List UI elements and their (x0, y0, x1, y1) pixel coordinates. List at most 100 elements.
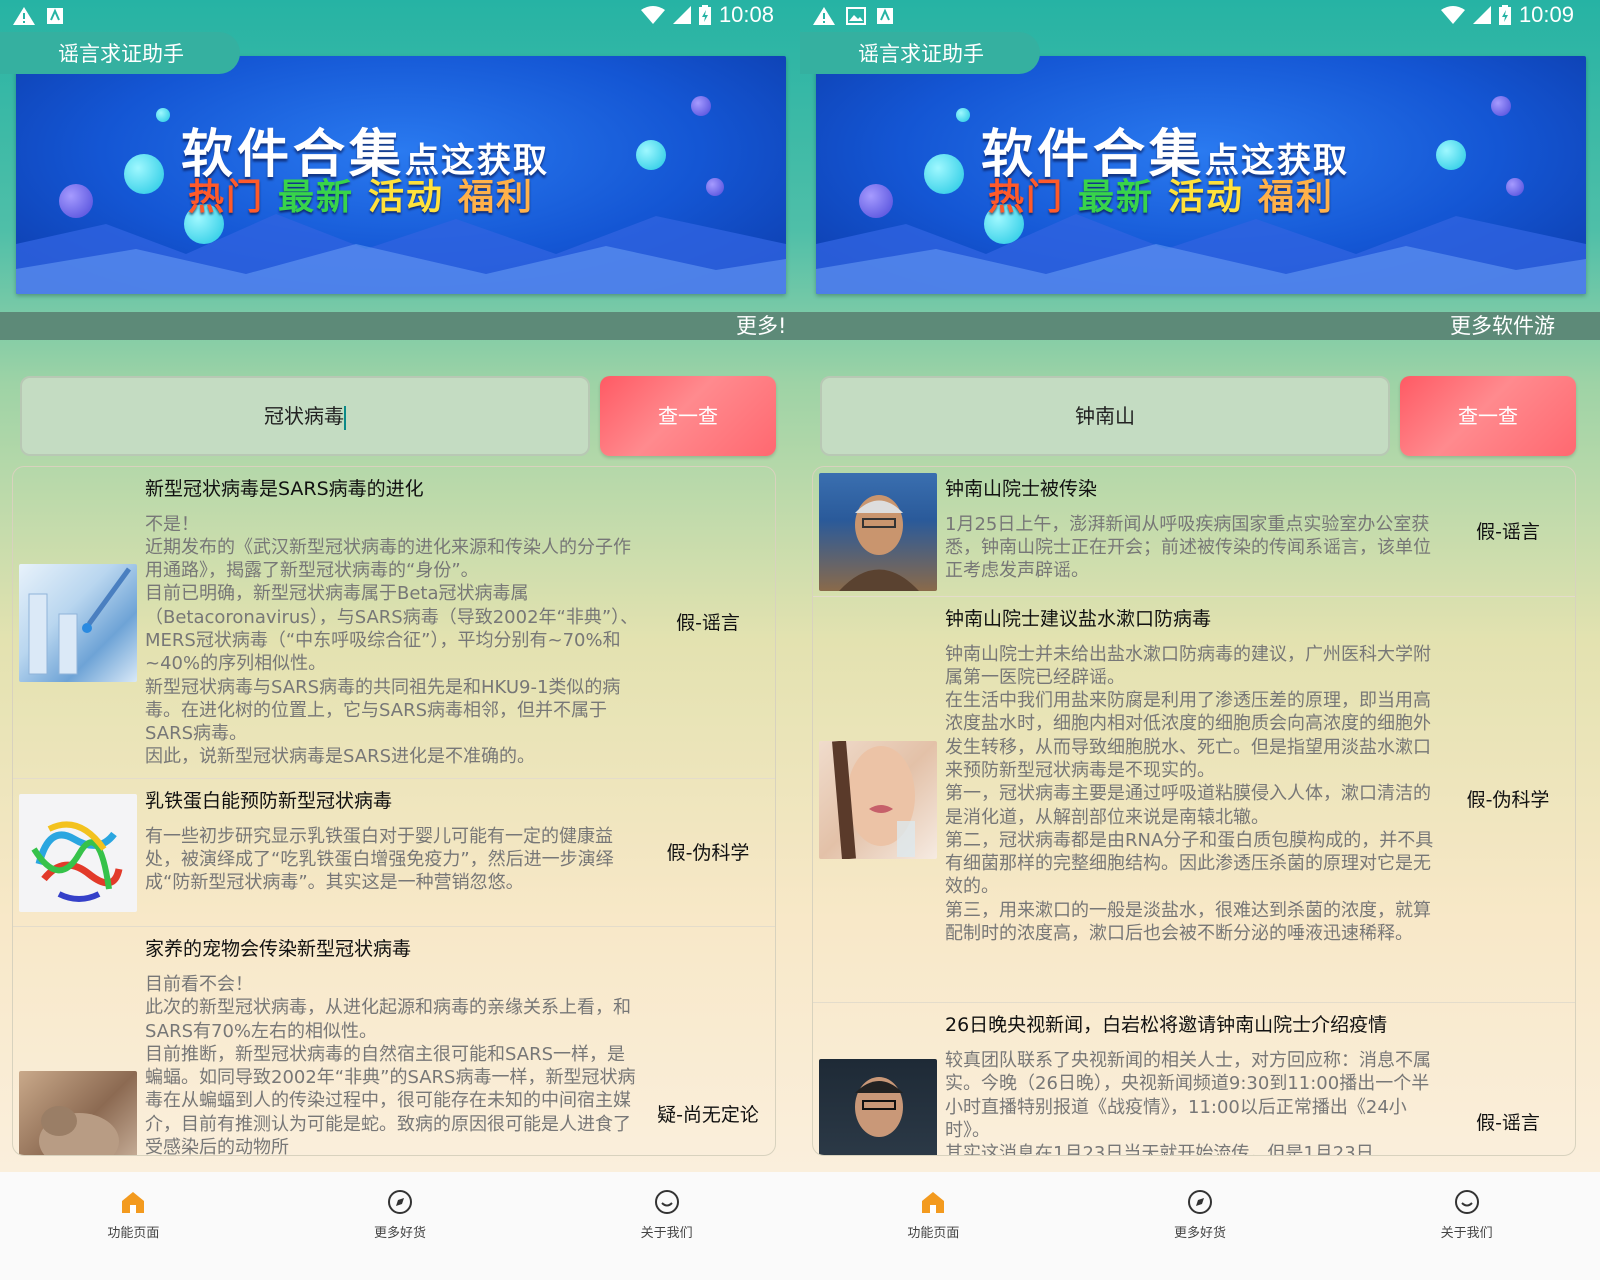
text-caret (344, 405, 346, 430)
result-title: 家养的宠物会传染新型冠状病毒 (145, 938, 412, 960)
status-time: 10:08 (718, 2, 774, 27)
marquee-label: 更多软件游 (1450, 314, 1555, 338)
lab-pipette-image (19, 563, 137, 682)
banner-tag: 最新 (278, 177, 355, 218)
bubble-decoration (124, 154, 164, 194)
banner-tag: 福利 (1258, 177, 1335, 218)
search-button[interactable]: 查一查 (1400, 376, 1576, 456)
search-input[interactable]: 冠状病毒 (20, 376, 590, 456)
bubble-decoration (1436, 140, 1466, 170)
promo-banner[interactable]: 软件合集点这获取 热门 最新 活动 福利 (16, 56, 786, 294)
bubble-decoration (924, 154, 964, 194)
bubble-decoration (691, 96, 711, 116)
verdict-label: 假-伪科学 (666, 841, 750, 864)
result-list[interactable]: 新型冠状病毒是SARS病毒的进化 不是！ 近期发布的《武汉新型冠状病毒的进化来源… (12, 466, 776, 1156)
banner-tag: 活动 (1168, 177, 1245, 218)
nav-item-function[interactable]: 功能页面 (0, 1172, 267, 1280)
list-item[interactable]: 乳铁蛋白能预防新型冠状病毒 有一些初步研究显示乳铁蛋白对于婴儿可能有一定的健康益… (13, 779, 775, 927)
search-button[interactable]: 查一查 (600, 376, 776, 456)
right-screen: 10:09 谣言求证助手 软件合集点这获取 热门 最新 活动 福利 更多软件游 钟南山… (800, 0, 1600, 1280)
marquee-text[interactable]: 更多! (0, 312, 800, 340)
nav-item-function[interactable]: 功能页面 (800, 1172, 1067, 1280)
result-title: 钟南山院士建议盐水漱口防病毒 (945, 607, 1212, 630)
compass-icon (1188, 1190, 1212, 1214)
smiley-icon (654, 1190, 679, 1214)
bubble-decoration (1491, 96, 1511, 116)
result-body: 目前看不会！ 此次的新型冠状病毒，从进化起源和病毒的亲缘关系上看，和SARS有7… (145, 974, 636, 1156)
nav-label: 更多好货 (1174, 1226, 1227, 1241)
search-value: 冠状病毒 (264, 404, 344, 428)
nav-label: 更多好货 (374, 1226, 427, 1241)
zhong-nanshan-photo (819, 472, 937, 591)
nav-item-more[interactable]: 更多好货 (267, 1172, 534, 1280)
verdict-label: 假-伪科学 (1466, 788, 1550, 811)
pet-cat-image (19, 1071, 137, 1155)
bubble-decoration (1506, 178, 1524, 196)
list-item[interactable]: 新型冠状病毒是SARS病毒的进化 不是！ 近期发布的《武汉新型冠状病毒的进化来源… (13, 467, 775, 779)
nav-item-more[interactable]: 更多好货 (1067, 1172, 1334, 1280)
bubble-decoration (636, 140, 666, 170)
wifi-icon (640, 6, 665, 24)
nav-label: 功能页面 (107, 1226, 160, 1241)
gargling-woman-photo (819, 740, 937, 859)
warning-icon (813, 7, 835, 25)
result-body: 有一些初步研究显示乳铁蛋白对于婴儿可能有一定的健康益处，被演绎成了“吃乳铁蛋白增… (145, 825, 614, 894)
image-icon (846, 7, 866, 25)
result-body: 较真团队联系了央视新闻的相关人士，对方回应称：消息不属实。今晚（26日晚），央视… (945, 1050, 1431, 1156)
verdict-label: 假-谣言 (676, 611, 740, 634)
result-text: 家养的宠物会传染新型冠状病毒 目前看不会！ 此次的新型冠状病毒，从进化起源和病毒… (137, 927, 641, 1156)
notification-icon (877, 8, 893, 24)
banner-tag: 福利 (458, 177, 535, 218)
protein-structure-image (19, 793, 137, 912)
banner-tags: 热门 最新 活动 福利 (188, 168, 548, 220)
verdict-label: 假-谣言 (1476, 520, 1540, 543)
left-screen: 10:08 谣言求证助手 软件合集点这获取 热门 最新 活动 福利 更多! 冠状病毒 … (0, 0, 800, 1280)
nav-label: 功能页面 (907, 1226, 960, 1241)
result-body: 1月25日上午，澎湃新闻从呼吸疾病国家重点实验室办公室获悉，钟南山院士正在开会；… (945, 513, 1431, 582)
result-title: 新型冠状病毒是SARS病毒的进化 (145, 477, 424, 500)
promo-banner[interactable]: 软件合集点这获取 热门 最新 活动 福利 (816, 56, 1586, 294)
result-title: 乳铁蛋白能预防新型冠状病毒 (145, 789, 393, 812)
bai-yansong-photo (819, 1059, 937, 1155)
result-text: 钟南山院士被传染 1月25日上午，澎湃新闻从呼吸疾病国家重点实验室办公室获悉，钟… (937, 467, 1441, 597)
result-text: 乳铁蛋白能预防新型冠状病毒 有一些初步研究显示乳铁蛋白对于婴儿可能有一定的健康益… (137, 779, 641, 927)
result-text: 新型冠状病毒是SARS病毒的进化 不是！ 近期发布的《武汉新型冠状病毒的进化来源… (137, 467, 641, 779)
smiley-icon (1454, 1190, 1479, 1214)
search-value: 钟南山 (1075, 404, 1135, 428)
result-text: 26日晚央视新闻，白岩松将邀请钟南山院士介绍疫情 较真团队联系了央视新闻的相关人… (937, 1003, 1441, 1156)
marquee-text[interactable]: 更多软件游 (800, 312, 1600, 340)
banner-tag: 活动 (368, 177, 445, 218)
app-title: 谣言求证助手 (800, 32, 1040, 74)
notification-icon (47, 8, 63, 24)
list-item[interactable]: 家养的宠物会传染新型冠状病毒 目前看不会！ 此次的新型冠状病毒，从进化起源和病毒… (13, 927, 775, 1156)
banner-tag: 热门 (188, 177, 265, 218)
result-body: 钟南山院士并未给出盐水漱口防病毒的建议，广州医科大学附属第一医院已经辟谣。 在生… (945, 643, 1434, 945)
home-icon (122, 1192, 145, 1213)
battery-icon (698, 5, 711, 25)
verdict-label: 疑-尚无定论 (657, 1104, 759, 1126)
list-item[interactable]: 钟南山院士建议盐水漱口防病毒 钟南山院士并未给出盐水漱口防病毒的建议，广州医科大… (813, 597, 1575, 1003)
compass-icon (388, 1190, 412, 1214)
result-title: 钟南山院士被传染 (945, 477, 1098, 500)
status-bar: 10:09 (800, 0, 1600, 34)
nav-item-about[interactable]: 关于我们 (533, 1172, 800, 1280)
list-item[interactable]: 26日晚央视新闻，白岩松将邀请钟南山院士介绍疫情 较真团队联系了央视新闻的相关人… (813, 1003, 1575, 1156)
signal-icon (1472, 6, 1491, 24)
warning-icon (13, 7, 35, 25)
bubble-decoration (706, 178, 724, 196)
list-item[interactable]: 钟南山院士被传染 1月25日上午，澎湃新闻从呼吸疾病国家重点实验室办公室获悉，钟… (813, 467, 1575, 597)
result-body: 不是！ 近期发布的《武汉新型冠状病毒的进化来源和传染人的分子作用通路》，揭露了新… (145, 513, 639, 768)
app-title: 谣言求证助手 (0, 32, 240, 74)
banner-tags: 热门 最新 活动 福利 (988, 168, 1348, 220)
marquee-label: 更多! (736, 314, 787, 338)
bubble-decoration (59, 184, 93, 218)
banner-tag: 热门 (988, 177, 1065, 218)
nav-label: 关于我们 (1440, 1226, 1493, 1241)
bottom-nav: 功能页面 更多好货 关于我们 (0, 1172, 800, 1280)
bubble-decoration (859, 184, 893, 218)
banner-tag: 最新 (1078, 177, 1155, 218)
result-list[interactable]: 钟南山院士被传染 1月25日上午，澎湃新闻从呼吸疾病国家重点实验室办公室获悉，钟… (812, 466, 1576, 1156)
nav-item-about[interactable]: 关于我们 (1333, 1172, 1600, 1280)
search-input[interactable]: 钟南山 (820, 376, 1390, 456)
battery-icon (1498, 5, 1511, 25)
